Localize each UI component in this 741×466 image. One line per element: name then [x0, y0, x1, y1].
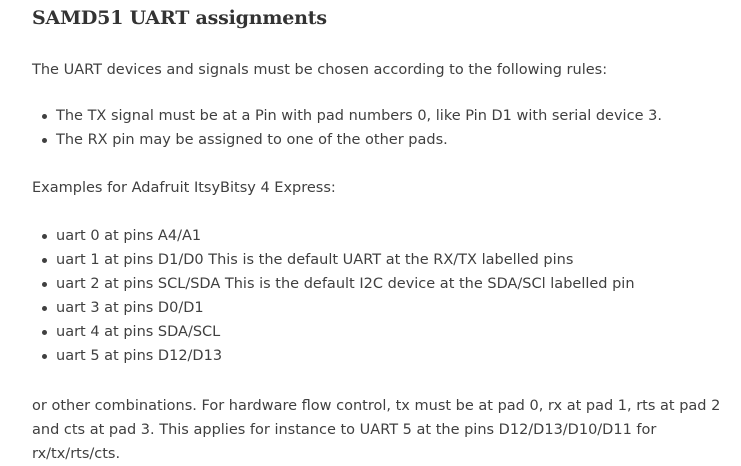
uart-examples-list: uart 0 at pins A4/A1 uart 1 at pins D1/D…	[32, 224, 635, 368]
list-item: uart 4 at pins SDA/SCL	[32, 320, 635, 344]
list-item: uart 1 at pins D1/D0 This is the default…	[32, 248, 635, 272]
list-item: uart 3 at pins D0/D1	[32, 296, 635, 320]
rules-list: The TX signal must be at a Pin with pad …	[32, 104, 662, 152]
list-item: uart 5 at pins D12/D13	[32, 344, 635, 368]
list-item: uart 0 at pins A4/A1	[32, 224, 635, 248]
section-title: SAMD51 UART assignments	[32, 7, 327, 29]
outro-paragraph: or other combinations. For hardware flow…	[32, 398, 721, 462]
list-item: The TX signal must be at a Pin with pad …	[32, 104, 662, 128]
list-item: The RX pin may be assigned to one of the…	[32, 128, 662, 152]
examples-paragraph: Examples for Adafruit ItsyBitsy 4 Expres…	[32, 180, 336, 196]
list-item: uart 2 at pins SCL/SDA This is the defau…	[32, 272, 635, 296]
intro-paragraph: The UART devices and signals must be cho…	[32, 62, 608, 78]
